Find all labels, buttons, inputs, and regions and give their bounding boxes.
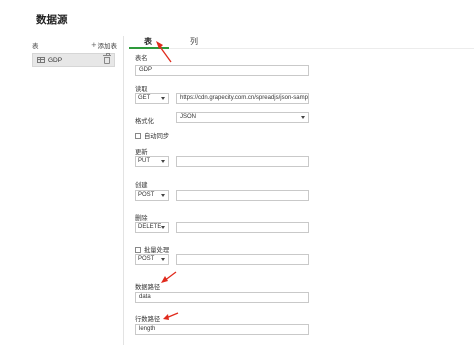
chevron-down-icon	[161, 226, 165, 229]
batch-method-value: POST	[138, 256, 155, 262]
delete-method-value: DELETE	[138, 224, 162, 230]
annotation-arrow-icon	[156, 41, 172, 63]
batch-label: 批量处理	[144, 247, 170, 254]
data-path-label: 数据路径	[135, 284, 161, 291]
read-method-select[interactable]: GET	[135, 93, 169, 104]
delete-method-select[interactable]: DELETE	[135, 222, 169, 233]
chevron-down-icon	[161, 258, 165, 261]
read-label: 读取	[135, 86, 148, 93]
add-table-button[interactable]: + 添加表	[91, 40, 117, 50]
read-method-value: GET	[138, 95, 151, 101]
chevron-down-icon	[161, 194, 165, 197]
row-count-path-input[interactable]: length	[135, 324, 309, 335]
batch-url-input[interactable]	[176, 254, 309, 265]
checkbox-box	[135, 132, 141, 139]
update-label: 更新	[135, 149, 148, 156]
tab-column[interactable]: 列	[190, 36, 198, 47]
table-name-input[interactable]: GDP	[135, 65, 309, 76]
chevron-down-icon	[161, 97, 165, 100]
table-list-item-gdp[interactable]: GDP	[32, 53, 115, 67]
create-url-input[interactable]	[176, 190, 309, 201]
update-method-select[interactable]: PUT	[135, 156, 169, 167]
create-method-select[interactable]: POST	[135, 190, 169, 201]
update-method-value: PUT	[138, 158, 150, 164]
table-list-item-label: GDP	[48, 56, 63, 64]
update-url-input[interactable]	[176, 156, 309, 167]
page-title: 数据源	[36, 14, 68, 26]
table-icon	[37, 57, 45, 63]
plus-icon: +	[91, 39, 97, 50]
annotation-arrow-icon	[161, 271, 177, 283]
format-select[interactable]: JSON	[176, 112, 309, 123]
table-list-header: 表 + 添加表	[32, 40, 117, 50]
checkbox-box	[135, 246, 141, 253]
read-url-input[interactable]: https://cdn.grapecity.com.cn/spreadjs/js…	[176, 93, 309, 104]
add-table-label: 添加表	[97, 43, 118, 50]
trash-icon[interactable]	[103, 53, 111, 64]
create-method-value: POST	[138, 192, 155, 198]
delete-label: 删除	[135, 215, 148, 222]
data-path-input[interactable]: data	[135, 292, 309, 303]
row-count-path-label: 行数路径	[135, 316, 161, 323]
delete-url-input[interactable]	[176, 222, 309, 233]
chevron-down-icon	[161, 160, 165, 163]
annotation-arrow-icon	[163, 312, 179, 320]
batch-checkbox[interactable]: 批量处理	[135, 245, 169, 254]
format-value: JSON	[180, 114, 197, 120]
auto-sync-checkbox[interactable]: 自动同步	[135, 131, 169, 140]
format-label: 格式化	[135, 118, 154, 125]
chevron-down-icon	[301, 116, 305, 119]
table-list-panel: 表 + 添加表 GDP	[30, 36, 124, 345]
batch-method-select[interactable]: POST	[135, 254, 169, 265]
create-label: 创建	[135, 182, 148, 189]
tab-table[interactable]: 表	[144, 36, 152, 47]
auto-sync-label: 自动同步	[144, 133, 170, 140]
tab-divider	[169, 48, 474, 49]
table-list-title: 表	[32, 43, 39, 50]
table-name-label: 表名	[135, 55, 148, 62]
